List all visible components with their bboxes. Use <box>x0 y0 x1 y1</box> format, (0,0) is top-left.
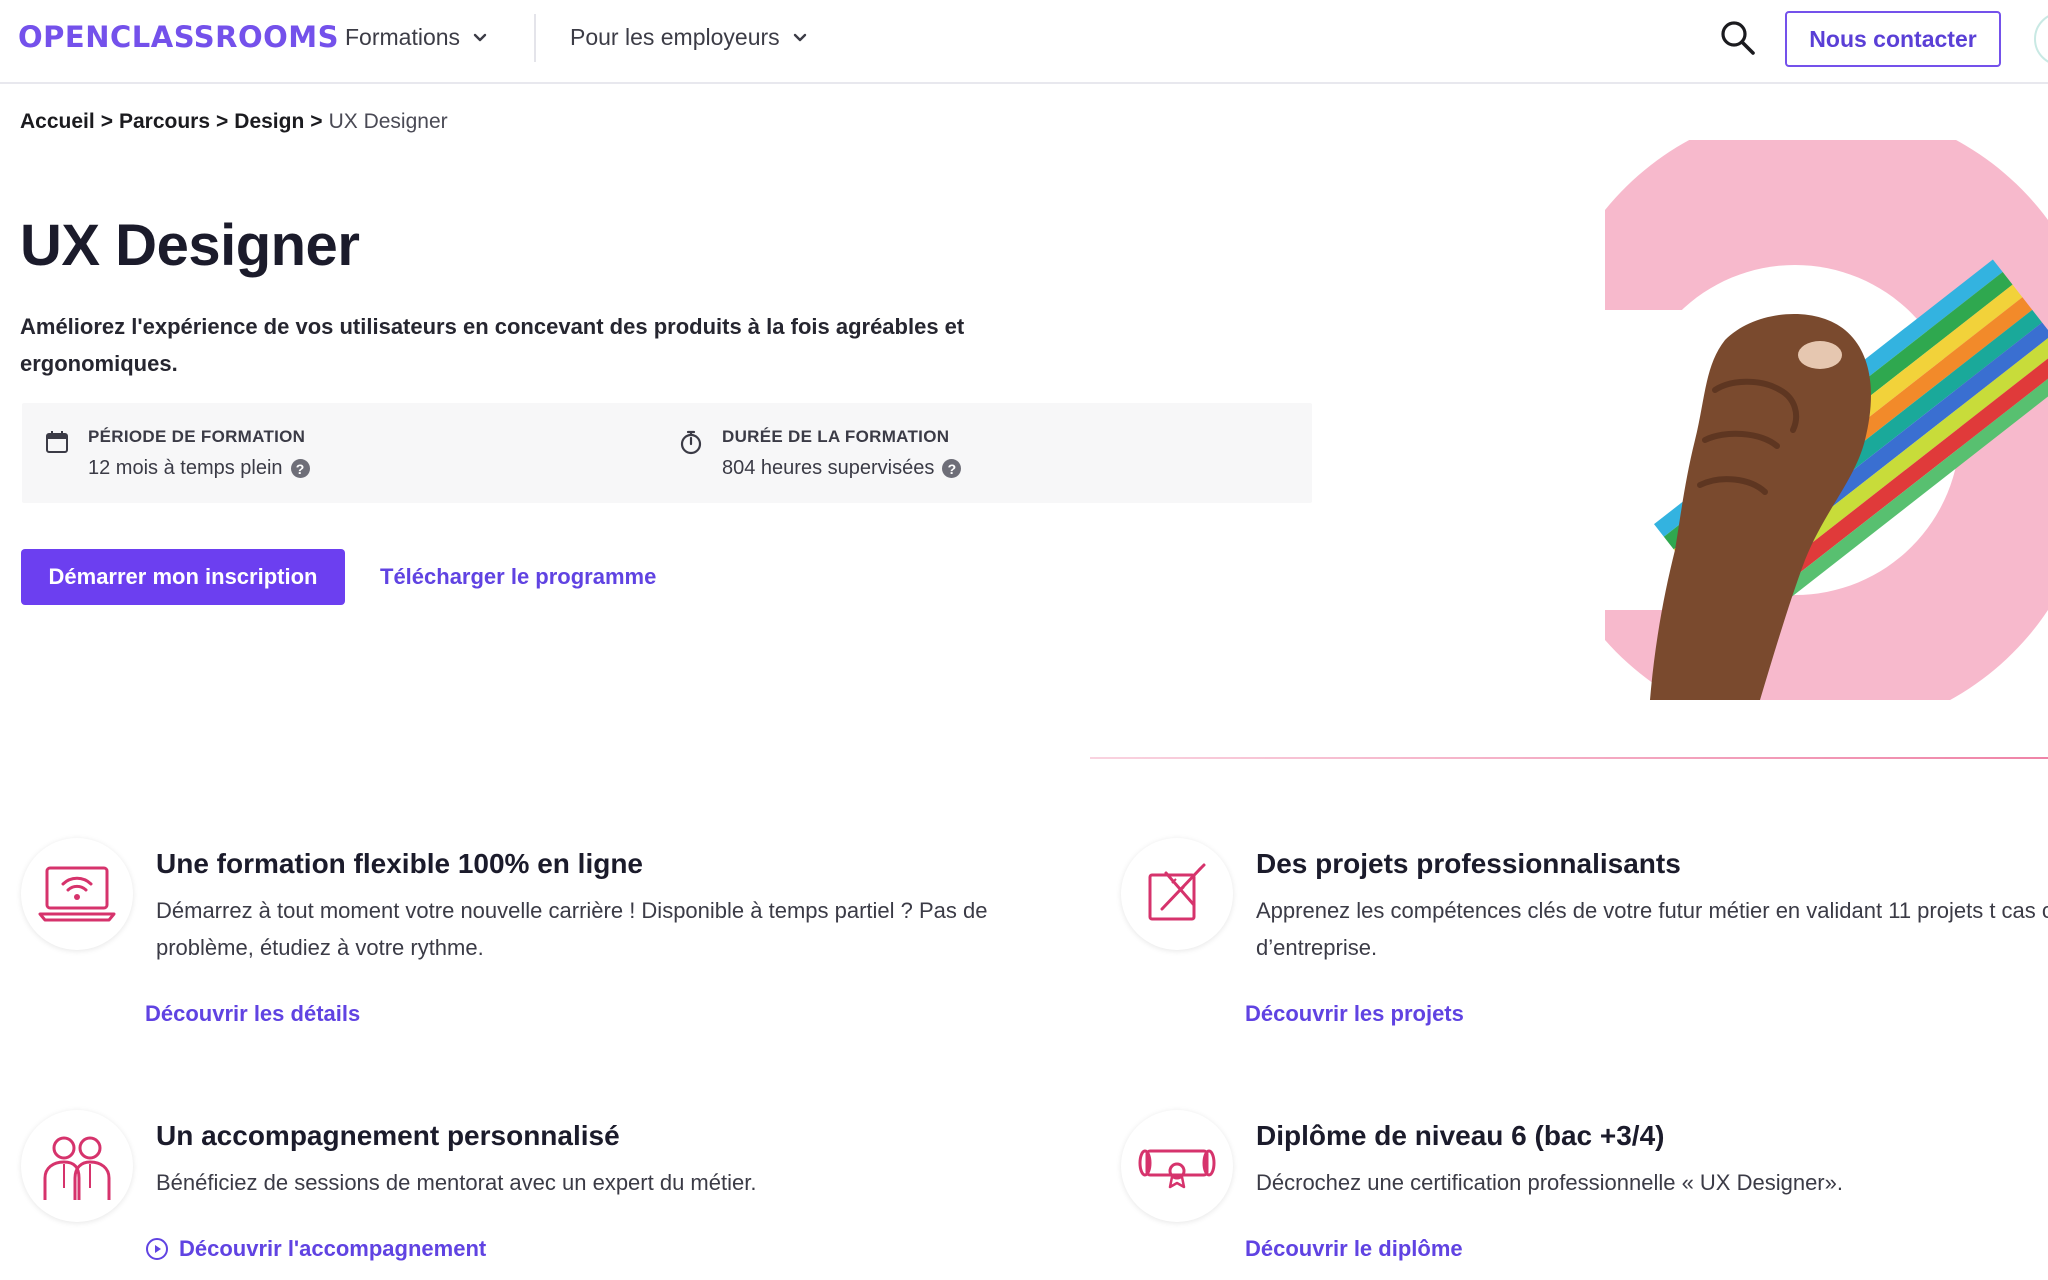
period-value: 12 mois à temps plein <box>88 457 283 479</box>
chevron-down-icon <box>473 33 487 41</box>
start-enrollment-button[interactable]: Démarrer mon inscription <box>21 549 345 605</box>
diploma-icon <box>1121 1110 1233 1222</box>
stopwatch-icon <box>680 430 702 455</box>
feature-title: Diplôme de niveau 6 (bac +3/4) <box>1256 1120 1665 1151</box>
link-label: Découvrir les détails <box>145 1001 361 1026</box>
nav-employeurs-dropdown[interactable]: Pour les employeurs <box>570 24 810 51</box>
design-tools-icon <box>1121 838 1233 950</box>
laptop-wifi-icon <box>21 838 133 950</box>
discover-diploma-link[interactable]: Découvrir le diplôme <box>1245 1236 1463 1262</box>
nav-divider <box>534 14 536 62</box>
breadcrumb-separator: > <box>100 110 113 133</box>
duration-label: DURÉE DE LA FORMATION <box>722 427 950 446</box>
discover-details-link[interactable]: Découvrir les détails <box>145 1001 360 1027</box>
link-label: Découvrir les projets <box>1245 1001 1464 1026</box>
feature-text: Décrochez une certification professionne… <box>1256 1170 1843 1195</box>
download-program-link[interactable]: Télécharger le programme <box>380 564 656 590</box>
breadcrumb-separator: > <box>216 110 229 133</box>
duration-value: 804 heures supervisées <box>722 457 935 479</box>
nav-formations-dropdown[interactable]: Formations <box>345 24 490 51</box>
feature-text: Démarrez à tout moment votre nouvelle ca… <box>156 898 988 960</box>
feature-title: Des projets professionnalisants <box>1256 848 1681 879</box>
nav-formations-label: Formations <box>345 24 461 50</box>
help-icon[interactable]: ? <box>290 459 310 478</box>
page-title: UX Designer <box>20 213 360 278</box>
training-period: PÉRIODE DE FORMATION 12 mois à temps ple… <box>44 427 310 480</box>
contact-button[interactable]: Nous contacter <box>1785 11 2001 67</box>
calendar-icon <box>46 431 68 453</box>
discover-support-link[interactable]: Découvrir l'accompagnement <box>145 1236 486 1262</box>
mentor-people-icon <box>21 1110 133 1222</box>
breadcrumb-separator: > <box>310 110 323 133</box>
course-info-box: PÉRIODE DE FORMATION 12 mois à temps ple… <box>22 403 1312 503</box>
training-duration: DURÉE DE LA FORMATION 804 heures supervi… <box>678 427 962 480</box>
openclassrooms-logo[interactable]: OPENCLASSROOMS <box>18 20 339 54</box>
nav-employeurs-label: Pour les employeurs <box>570 24 780 50</box>
link-label: Découvrir le diplôme <box>1245 1236 1463 1261</box>
discover-projects-link[interactable]: Découvrir les projets <box>1245 1001 1464 1027</box>
period-label: PÉRIODE DE FORMATION <box>88 427 306 446</box>
hand-holding-pencils-illustration <box>1555 140 2048 700</box>
play-circle-icon <box>146 1238 168 1260</box>
breadcrumb: Accueil > Parcours > Design > UX Designe… <box>20 110 448 134</box>
help-icon[interactable]: ? <box>942 459 962 478</box>
breadcrumb-current: UX Designer <box>328 110 448 133</box>
feature-text: Bénéficiez de sessions de mentorat avec … <box>156 1170 757 1195</box>
breadcrumb-parcours[interactable]: Parcours <box>119 110 210 134</box>
feature-title: Une formation flexible 100% en ligne <box>156 848 644 879</box>
feature-text: Apprenez les compétences clés de votre f… <box>1256 898 2048 960</box>
chevron-down-icon <box>793 33 806 41</box>
feature-title: Un accompagnement personnalisé <box>156 1120 620 1151</box>
section-divider <box>1090 757 2048 759</box>
breadcrumb-design[interactable]: Design <box>234 110 304 134</box>
top-navbar: OPENCLASSROOMS Formations Pour les emplo… <box>0 0 2048 84</box>
avatar[interactable] <box>2034 12 2048 66</box>
search-icon[interactable] <box>1718 18 1758 58</box>
link-label: Découvrir l'accompagnement <box>179 1236 487 1261</box>
breadcrumb-accueil[interactable]: Accueil <box>20 110 95 134</box>
page-subtitle: Améliorez l'expérience de vos utilisateu… <box>20 314 965 376</box>
